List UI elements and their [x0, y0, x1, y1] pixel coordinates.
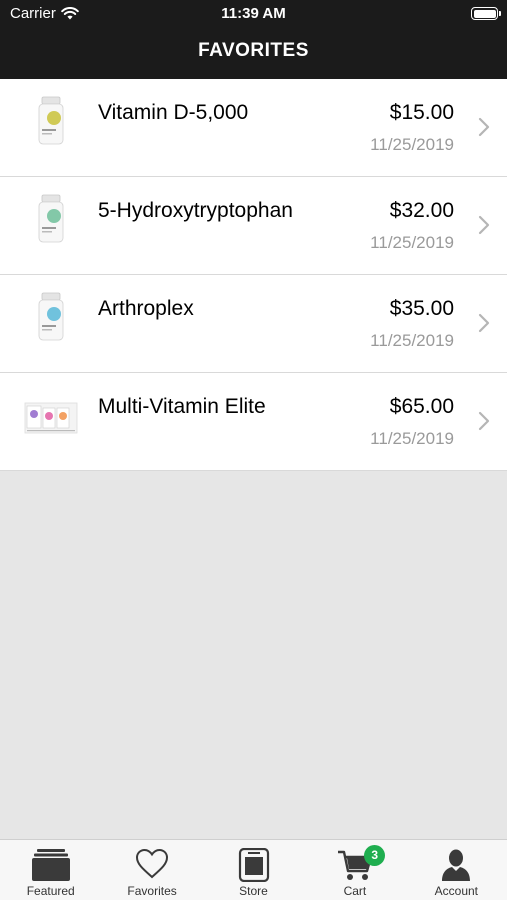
product-price: $35.00 [389, 297, 454, 320]
chevron-right-icon [478, 411, 490, 431]
product-bottle-image [38, 292, 64, 341]
favorited-date: 11/25/2019 [370, 429, 454, 448]
cart-count-badge: 3 [364, 845, 386, 866]
product-price: $15.00 [389, 101, 454, 124]
account-icon [442, 849, 471, 881]
favorited-date: 11/25/2019 [370, 233, 454, 252]
favorited-date: 11/25/2019 [370, 331, 454, 350]
favorites-list: Vitamin D-5,000 $15.00 11/25/2019 5-Hydr… [0, 79, 507, 471]
favorite-row[interactable]: 5-Hydroxytryptophan $32.00 11/25/2019 [0, 177, 507, 275]
product-name: Vitamin D-5,000 [98, 101, 249, 124]
tab-label: Cart [343, 884, 367, 898]
product-accent [47, 111, 61, 125]
tab-account[interactable]: Account [406, 840, 507, 900]
product-accent [47, 209, 61, 223]
clock: 11:39 AM [221, 5, 286, 22]
tab-label: Featured [26, 884, 75, 898]
product-name: 5-Hydroxytryptophan [98, 199, 293, 222]
favorite-row[interactable]: Vitamin D-5,000 $15.00 11/25/2019 [0, 79, 507, 177]
top-bar: Carrier 11:39 AM FAVORITES [0, 0, 507, 79]
favorite-row[interactable]: Arthroplex $35.00 11/25/2019 [0, 275, 507, 373]
chevron-right-icon [478, 313, 490, 333]
page-title: FAVORITES [198, 40, 309, 61]
featured-icon [31, 849, 70, 881]
product-name: Multi-Vitamin Elite [98, 395, 266, 418]
tab-favorites[interactable]: Favorites [101, 840, 202, 900]
tab-label: Favorites [127, 884, 177, 898]
product-accent [47, 307, 61, 321]
product-bottle-image [38, 194, 64, 243]
product-accent [45, 412, 53, 420]
chevron-right-icon [478, 215, 490, 235]
tab-cart[interactable]: 3 Cart [304, 840, 405, 900]
heart-icon [136, 848, 169, 879]
product-name: Arthroplex [98, 297, 194, 320]
status-bar: Carrier 11:39 AM [0, 0, 507, 28]
store-icon [238, 848, 269, 882]
favorited-date: 11/25/2019 [370, 135, 454, 154]
product-bottle-image [38, 96, 64, 145]
tab-featured[interactable]: Featured [0, 840, 101, 900]
tab-store[interactable]: Store [203, 840, 304, 900]
product-price: $32.00 [389, 199, 454, 222]
tab-bar: Featured Favorites Store 3 Cart Account [0, 839, 507, 900]
product-price: $65.00 [389, 395, 454, 418]
chevron-right-icon [478, 117, 490, 137]
favorite-row[interactable]: Multi-Vitamin Elite $65.00 11/25/2019 [0, 373, 507, 471]
product-bundle-image [24, 402, 78, 434]
battery-icon [471, 7, 501, 20]
tab-label: Store [239, 884, 268, 898]
tab-label: Account [434, 884, 478, 898]
